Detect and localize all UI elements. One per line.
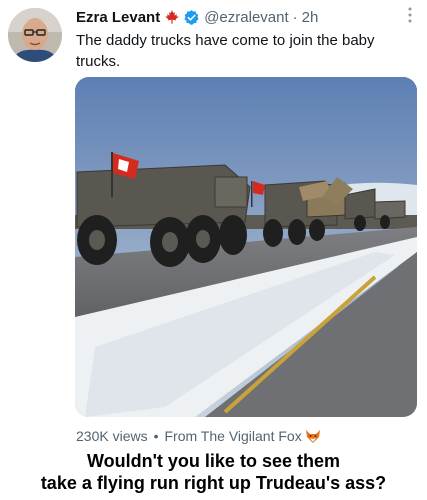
author-handle[interactable]: @ezralevant bbox=[204, 9, 288, 26]
avatar[interactable] bbox=[8, 8, 62, 62]
video-thumbnail[interactable] bbox=[75, 77, 417, 417]
bullet-separator: • bbox=[153, 428, 159, 444]
meme-caption: Wouldn't you like to see them take a fly… bbox=[0, 450, 427, 494]
tweet-text: The daddy trucks have come to join the b… bbox=[76, 32, 375, 70]
maple-leaf-icon bbox=[164, 9, 180, 25]
view-count: 230K views bbox=[76, 428, 148, 444]
author-name[interactable]: Ezra Levant bbox=[76, 9, 160, 26]
timestamp[interactable]: 2h bbox=[302, 9, 319, 26]
tweet-header: Ezra Levant @ezralevant · 2h bbox=[76, 6, 421, 28]
verified-badge-icon bbox=[183, 9, 200, 26]
caption-line-2: take a flying run right up Trudeau's ass… bbox=[40, 473, 387, 493]
separator-dot: · bbox=[292, 8, 298, 26]
more-options-icon[interactable] bbox=[407, 6, 413, 24]
fox-icon bbox=[305, 428, 321, 444]
media-source-link[interactable]: From The Vigilant Fox bbox=[165, 428, 302, 444]
media-footer: 230K views • From The Vigilant Fox bbox=[76, 427, 321, 445]
caption-line-1: Wouldn't you like to see them bbox=[87, 451, 340, 471]
